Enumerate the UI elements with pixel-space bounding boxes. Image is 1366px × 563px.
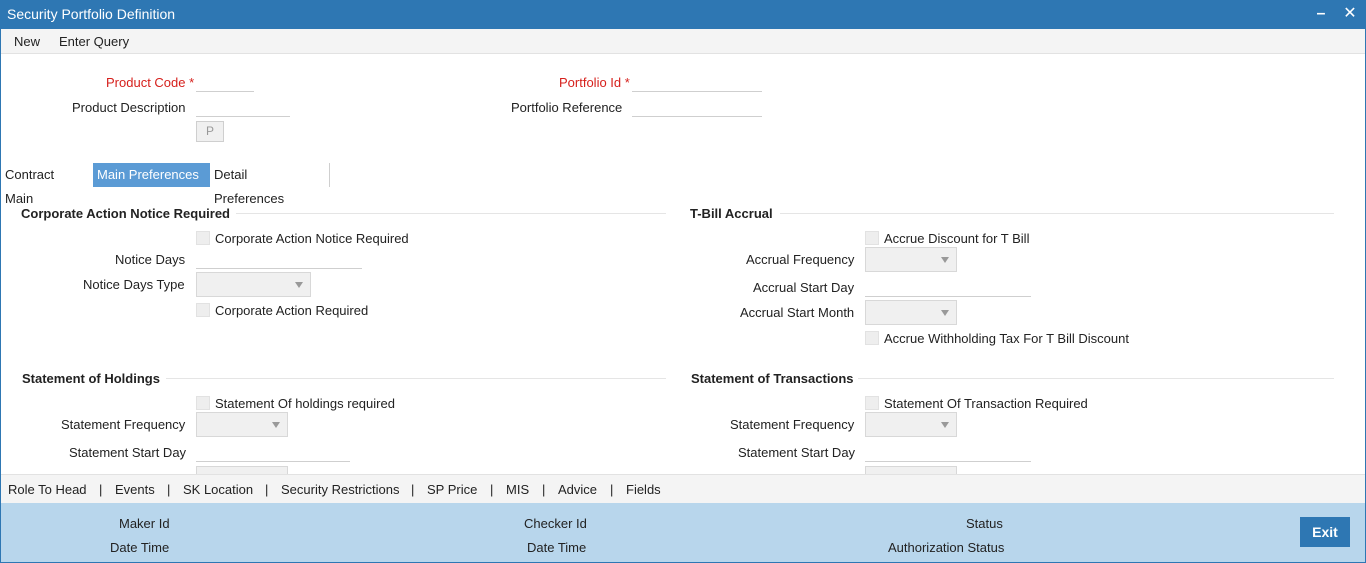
enter-query-button[interactable]: Enter Query <box>59 34 129 49</box>
accrue-discount-label: Accrue Discount for T Bill <box>884 231 1030 246</box>
portfolio-id-input[interactable] <box>632 72 762 92</box>
nav-events[interactable]: Events <box>115 482 155 497</box>
holdings-clipped-select[interactable] <box>196 466 288 474</box>
nav-advice[interactable]: Advice <box>558 482 597 497</box>
nav-separator: | <box>411 482 415 497</box>
corporate-action-notice-required-checkbox[interactable] <box>196 231 210 245</box>
close-icon[interactable]: ✕ <box>1340 4 1360 24</box>
transactions-statement-start-day-input[interactable] <box>865 442 1031 462</box>
chevron-down-icon <box>941 422 949 428</box>
chevron-down-icon <box>941 310 949 316</box>
section-divider <box>780 213 1334 214</box>
section-divider <box>858 378 1334 379</box>
transactions-statement-start-day-label: Statement Start Day <box>738 445 856 460</box>
transactions-clipped-select[interactable] <box>865 466 957 474</box>
title-bar: Security Portfolio Definition – ✕ <box>0 0 1366 29</box>
product-description-label: Product Description <box>72 100 186 115</box>
portfolio-reference-label: Portfolio Reference <box>511 100 623 115</box>
corporate-action-heading: Corporate Action Notice Required <box>21 206 230 221</box>
accrual-start-day-label: Accrual Start Day <box>753 280 855 295</box>
tab-detail-preferences[interactable]: Detail Preferences <box>210 163 288 206</box>
notice-days-type-select[interactable] <box>196 272 311 297</box>
notice-days-input[interactable] <box>196 249 362 269</box>
minimize-icon[interactable]: – <box>1311 4 1331 24</box>
checker-date-time-label: Date Time <box>527 540 587 555</box>
maker-id-label: Maker Id <box>119 516 170 531</box>
nav-separator: | <box>167 482 171 497</box>
holdings-statement-start-day-label: Statement Start Day <box>69 445 187 460</box>
statement-transactions-heading: Statement of Transactions <box>691 371 854 386</box>
nav-separator: | <box>265 482 269 497</box>
exit-button[interactable]: Exit <box>1300 517 1350 547</box>
window-title: Security Portfolio Definition <box>7 6 176 22</box>
accrual-start-month-select[interactable] <box>865 300 957 325</box>
corporate-action-required-checkbox[interactable] <box>196 303 210 317</box>
tab-contract-main[interactable]: Contract Main <box>1 163 58 206</box>
notice-days-type-label: Notice Days Type <box>83 277 185 292</box>
accrual-start-month-label: Accrual Start Month <box>740 305 855 320</box>
holdings-statement-frequency-select[interactable] <box>196 412 288 437</box>
nav-separator: | <box>542 482 546 497</box>
statement-holdings-required-checkbox[interactable] <box>196 396 210 410</box>
portfolio-reference-input[interactable] <box>632 97 762 117</box>
chevron-down-icon <box>295 282 303 288</box>
product-description-input[interactable] <box>196 97 290 117</box>
holdings-statement-frequency-label: Statement Frequency <box>61 417 186 432</box>
section-divider <box>166 378 666 379</box>
transactions-statement-frequency-select[interactable] <box>865 412 957 437</box>
nav-separator: | <box>610 482 614 497</box>
section-divider <box>236 213 666 214</box>
status-label: Status <box>966 516 1003 531</box>
notice-days-label: Notice Days <box>115 252 186 267</box>
chevron-down-icon <box>941 257 949 263</box>
accrual-frequency-label: Accrual Frequency <box>746 252 855 267</box>
maker-date-time-label: Date Time <box>110 540 170 555</box>
product-code-label: Product Code * <box>106 75 195 90</box>
statement-holdings-heading: Statement of Holdings <box>22 371 160 386</box>
nav-role-to-head[interactable]: Role To Head <box>8 482 87 497</box>
tbill-accrual-heading: T-Bill Accrual <box>690 206 773 221</box>
holdings-statement-start-day-input[interactable] <box>196 442 350 462</box>
product-code-input[interactable] <box>196 72 254 92</box>
statement-transaction-required-label: Statement Of Transaction Required <box>884 396 1088 411</box>
accrue-discount-checkbox[interactable] <box>865 231 879 245</box>
accrue-withholding-tax-checkbox[interactable] <box>865 331 879 345</box>
new-button[interactable]: New <box>14 34 40 49</box>
accrual-frequency-select[interactable] <box>865 247 957 272</box>
nav-separator: | <box>490 482 494 497</box>
accrual-start-day-input[interactable] <box>865 277 1031 297</box>
checker-id-label: Checker Id <box>524 516 587 531</box>
nav-sp-price[interactable]: SP Price <box>427 482 477 497</box>
p-button[interactable]: P <box>196 121 224 142</box>
tab-divider <box>329 163 330 187</box>
nav-security-restrictions[interactable]: Security Restrictions <box>281 482 399 497</box>
authorization-status-label: Authorization Status <box>888 540 1005 555</box>
nav-separator: | <box>99 482 103 497</box>
chevron-down-icon <box>272 422 280 428</box>
tab-main-preferences[interactable]: Main Preferences <box>93 163 210 187</box>
bottom-nav: Role To Head | Events | SK Location | Se… <box>1 474 1365 503</box>
corporate-action-notice-required-label: Corporate Action Notice Required <box>215 231 409 246</box>
nav-sk-location[interactable]: SK Location <box>183 482 253 497</box>
statement-transaction-required-checkbox[interactable] <box>865 396 879 410</box>
toolbar: New Enter Query <box>1 29 1365 54</box>
nav-mis[interactable]: MIS <box>506 482 529 497</box>
statement-holdings-required-label: Statement Of holdings required <box>215 396 395 411</box>
nav-fields[interactable]: Fields <box>626 482 661 497</box>
transactions-statement-frequency-label: Statement Frequency <box>730 417 855 432</box>
accrue-withholding-tax-label: Accrue Withholding Tax For T Bill Discou… <box>884 331 1129 346</box>
corporate-action-required-label: Corporate Action Required <box>215 303 369 318</box>
audit-footer: Maker Id Date Time Checker Id Date Time … <box>1 503 1365 562</box>
portfolio-id-label: Portfolio Id * <box>559 75 630 90</box>
